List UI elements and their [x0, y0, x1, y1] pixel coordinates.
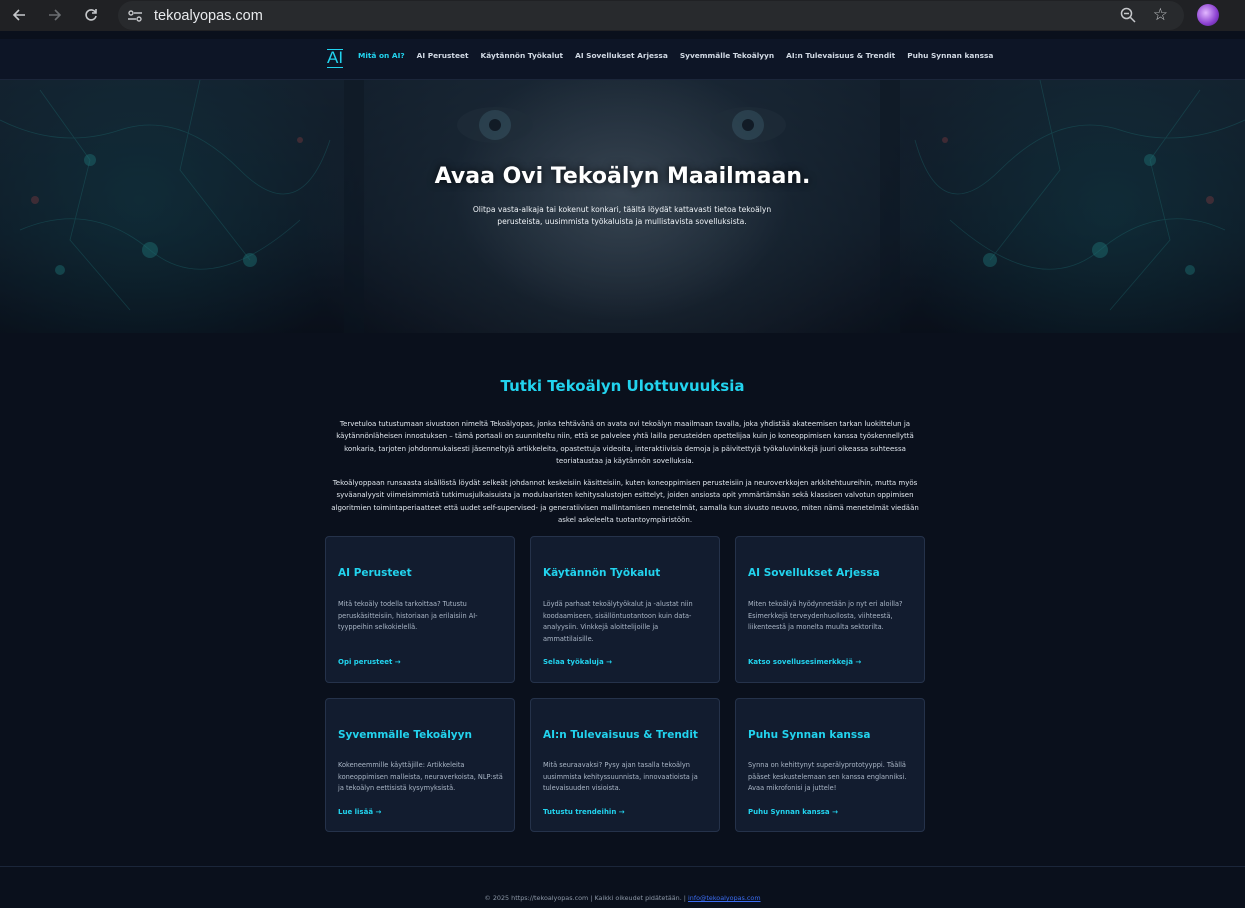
hero-title: Avaa Ovi Tekoälyn Maailmaan.	[434, 164, 811, 189]
nav-link-deeper-ai[interactable]: Syvemmälle Tekoälyyn	[680, 51, 774, 60]
card-link[interactable]: Puhu Synnan kanssa →	[748, 808, 838, 816]
card-ai-applications[interactable]: AI Sovellukset Arjessa Miten tekoälyä hy…	[735, 536, 925, 683]
profile-avatar[interactable]	[1197, 4, 1219, 26]
nav-link-talk-to-synna[interactable]: Puhu Synnan kanssa	[907, 51, 993, 60]
section-title: Tutki Tekoälyn Ulottuvuuksia	[500, 377, 745, 395]
card-talk-to-synna[interactable]: Puhu Synnan kanssa Synna on kehittynyt s…	[735, 698, 925, 832]
card-title: AI Sovellukset Arjessa	[748, 567, 880, 579]
intro-paragraph-2: Tekoälyoppaan runsaasta sisällöstä löydä…	[331, 479, 919, 524]
card-title: AI Perusteet	[338, 567, 412, 579]
bookmark-star-icon[interactable]: ☆	[1153, 5, 1168, 25]
card-description: Mitä seuraavaksi? Pysy ajan tasalla teko…	[543, 761, 698, 793]
card-description: Kokeneemmille käyttäjille: Artikkeleita …	[338, 761, 503, 793]
card-link[interactable]: Katso sovellusesimerkkejä →	[748, 658, 861, 666]
nav-link-ai-future[interactable]: AI:n Tulevaisuus & Trendit	[786, 51, 895, 60]
card-link[interactable]: Selaa työkaluja →	[543, 658, 612, 666]
hero-subtitle: Olitpa vasta-alkaja tai kokenut konkari,…	[472, 205, 772, 226]
address-bar[interactable]: tekoalyopas.com ☆	[118, 1, 1184, 30]
site-header: AI Mitä on AI? AI Perusteet Käytännön Ty…	[0, 39, 1245, 80]
card-link[interactable]: Lue lisää →	[338, 808, 381, 816]
footer-copyright: © 2025 https://tekoalyopas.com | Kaikki …	[484, 894, 686, 902]
card-title: AI:n Tulevaisuus & Trendit	[543, 729, 698, 741]
url-text[interactable]: tekoalyopas.com	[154, 8, 263, 24]
card-deeper-ai[interactable]: Syvemmälle Tekoälyyn Kokeneemmille käytt…	[325, 698, 515, 832]
nav-link-practical-tools[interactable]: Käytännön Työkalut	[481, 51, 564, 60]
card-ai-basics[interactable]: AI Perusteet Mitä tekoäly todella tarkoi…	[325, 536, 515, 683]
card-description: Synna on kehittynyt superälyprototyyppi.…	[748, 761, 907, 793]
zoom-icon[interactable]	[1120, 7, 1136, 27]
card-title: Puhu Synnan kanssa	[748, 729, 871, 741]
card-ai-future[interactable]: AI:n Tulevaisuus & Trendit Mitä seuraava…	[530, 698, 720, 832]
back-icon[interactable]	[8, 4, 30, 26]
footer-email-link[interactable]: info@tekoalyopas.com	[688, 894, 761, 902]
site-logo[interactable]: AI	[327, 48, 344, 68]
nav-link-ai-basics[interactable]: AI Perusteet	[417, 51, 469, 60]
card-description: Miten tekoälyä hyödynnetään jo nyt eri a…	[748, 600, 903, 632]
site-info-icon[interactable]	[127, 8, 143, 27]
nav-link-ai-applications[interactable]: AI Sovellukset Arjessa	[575, 51, 668, 60]
card-link[interactable]: Opi perusteet →	[338, 658, 401, 666]
forward-icon[interactable]	[44, 4, 66, 26]
card-practical-tools[interactable]: Käytännön Työkalut Löydä parhaat tekoäly…	[530, 536, 720, 683]
card-title: Syvemmälle Tekoälyyn	[338, 729, 472, 741]
browser-toolbar: tekoalyopas.com ☆	[0, 0, 1245, 31]
intro-paragraph-1: Tervetuloa tutustumaan sivustoon nimeltä…	[336, 420, 914, 465]
site-footer: © 2025 https://tekoalyopas.com | Kaikki …	[0, 866, 1245, 908]
card-description: Mitä tekoäly todella tarkoittaa? Tutustu…	[338, 600, 478, 632]
card-description: Löydä parhaat tekoälytyökalut ja -alusta…	[543, 600, 693, 643]
nav-link-what-is-ai[interactable]: Mitä on AI?	[358, 51, 405, 60]
main-nav: Mitä on AI? AI Perusteet Käytännön Työka…	[358, 51, 993, 60]
reload-icon[interactable]	[80, 4, 102, 26]
footer-text: © 2025 https://tekoalyopas.com | Kaikki …	[0, 894, 1245, 902]
card-title: Käytännön Työkalut	[543, 567, 661, 579]
card-link[interactable]: Tutustu trendeihin →	[543, 808, 625, 816]
hero-banner: Avaa Ovi Tekoälyn Maailmaan. Olitpa vast…	[0, 80, 1245, 333]
